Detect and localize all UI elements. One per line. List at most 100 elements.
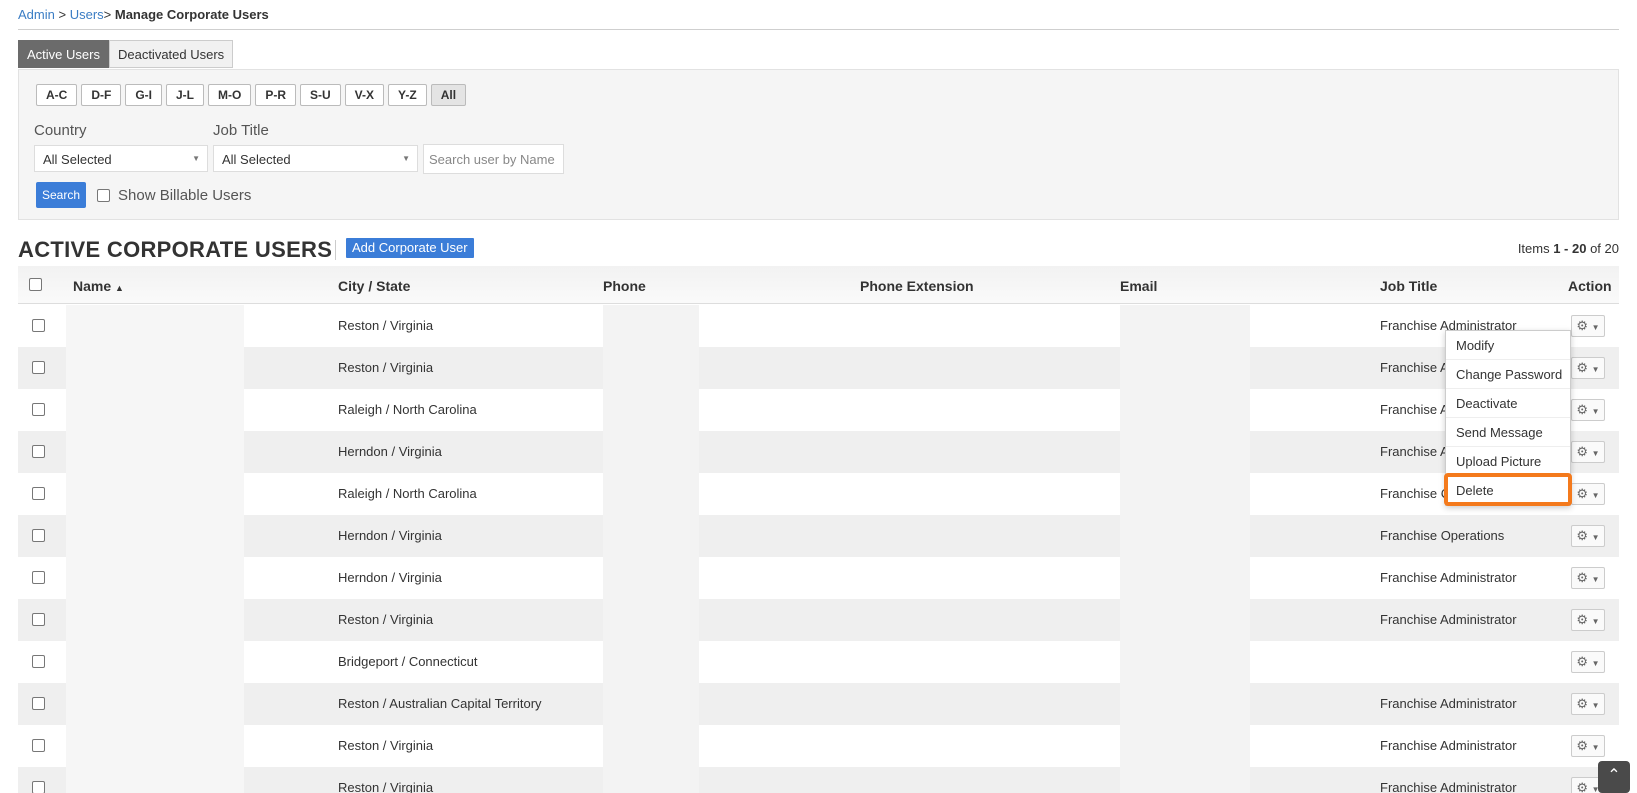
chevron-down-icon: ▼ bbox=[1591, 365, 1600, 374]
column-phone-extension[interactable]: Phone Extension bbox=[860, 278, 974, 294]
chevron-down-icon: ▼ bbox=[1591, 407, 1600, 416]
row-checkbox[interactable] bbox=[32, 403, 45, 416]
redacted-phone bbox=[603, 725, 699, 767]
letter-button[interactable]: A-C bbox=[36, 84, 78, 106]
scroll-top-icon[interactable]: ⌃ bbox=[1598, 761, 1630, 793]
letter-button[interactable]: G-I bbox=[125, 84, 162, 106]
billable-checkbox[interactable] bbox=[97, 189, 110, 202]
redacted-email bbox=[1120, 767, 1250, 793]
column-job-title[interactable]: Job Title bbox=[1380, 278, 1437, 294]
row-checkbox[interactable] bbox=[32, 487, 45, 500]
action-gear-button[interactable]: ⚙ ▼ bbox=[1571, 399, 1605, 421]
redacted-name bbox=[66, 599, 244, 641]
letter-button[interactable]: M-O bbox=[208, 84, 252, 106]
filter-panel: A-C D-F G-I J-L M-O P-R S-U V-X Y-Z All … bbox=[18, 69, 1619, 220]
redacted-name bbox=[66, 557, 244, 599]
row-checkbox[interactable] bbox=[32, 739, 45, 752]
letter-button[interactable]: D-F bbox=[81, 84, 122, 106]
row-checkbox[interactable] bbox=[32, 697, 45, 710]
action-gear-button[interactable]: ⚙ ▼ bbox=[1571, 525, 1605, 547]
table-row: Reston / Australian Capital Territory Fra… bbox=[18, 683, 1619, 725]
cell-job-title: Franchise A bbox=[1380, 402, 1449, 417]
menu-item-modify[interactable]: Modify bbox=[1446, 331, 1570, 360]
cell-city-state: Raleigh / North Carolina bbox=[338, 486, 477, 501]
menu-item-deactivate[interactable]: Deactivate bbox=[1446, 389, 1570, 418]
table-row: Reston / Virginia Franchise Administrator… bbox=[18, 725, 1619, 767]
row-checkbox[interactable] bbox=[32, 361, 45, 374]
action-gear-button[interactable]: ⚙ ▼ bbox=[1571, 315, 1605, 337]
table-row: Reston / Virginia Franchise Administrator… bbox=[18, 305, 1619, 347]
row-checkbox[interactable] bbox=[32, 655, 45, 668]
job-title-label: Job Title bbox=[213, 122, 269, 139]
gear-icon: ⚙ bbox=[1576, 528, 1589, 543]
menu-item-send-message[interactable]: Send Message bbox=[1446, 418, 1570, 447]
row-checkbox[interactable] bbox=[32, 319, 45, 332]
breadcrumb-users-link[interactable]: Users bbox=[70, 7, 104, 22]
chevron-down-icon: ▼ bbox=[1591, 617, 1600, 626]
breadcrumb-separator: > bbox=[58, 7, 67, 22]
cell-job-title: Franchise Operations bbox=[1380, 528, 1505, 543]
chevron-down-icon: ▼ bbox=[1591, 575, 1600, 584]
table-row: Reston / Virginia Franchise Administrator… bbox=[18, 599, 1619, 641]
cell-job-title: Franchise Administrator bbox=[1380, 570, 1517, 585]
redacted-email bbox=[1120, 641, 1250, 683]
redacted-phone bbox=[603, 683, 699, 725]
job-title-select[interactable]: All Selected ▼ bbox=[213, 145, 418, 172]
row-checkbox[interactable] bbox=[32, 613, 45, 626]
menu-item-upload-picture[interactable]: Upload Picture bbox=[1446, 447, 1570, 476]
tab-active-users[interactable]: Active Users bbox=[18, 40, 109, 68]
column-name[interactable]: Name ▲ bbox=[73, 278, 124, 294]
chevron-down-icon: ▼ bbox=[192, 154, 200, 163]
search-input[interactable]: Search user by Name bbox=[423, 144, 564, 174]
column-phone[interactable]: Phone bbox=[603, 278, 646, 294]
redacted-email bbox=[1120, 683, 1250, 725]
cell-city-state: Reston / Virginia bbox=[338, 738, 434, 753]
letter-button[interactable]: Y-Z bbox=[388, 84, 427, 106]
row-checkbox[interactable] bbox=[32, 571, 45, 584]
action-gear-button[interactable]: ⚙ ▼ bbox=[1571, 651, 1605, 673]
redacted-name bbox=[66, 473, 244, 515]
column-city[interactable]: City / State bbox=[338, 278, 410, 294]
gear-icon: ⚙ bbox=[1576, 486, 1589, 501]
row-checkbox[interactable] bbox=[32, 529, 45, 542]
country-select[interactable]: All Selected ▼ bbox=[34, 145, 208, 172]
letter-button[interactable]: P-R bbox=[255, 84, 296, 106]
redacted-name bbox=[66, 515, 244, 557]
add-corporate-user-button[interactable]: Add Corporate User bbox=[346, 238, 474, 258]
redacted-name bbox=[66, 347, 244, 389]
gear-icon: ⚙ bbox=[1576, 444, 1589, 459]
letter-button[interactable]: J-L bbox=[166, 84, 204, 106]
redacted-email bbox=[1120, 305, 1250, 347]
action-gear-button[interactable]: ⚙ ▼ bbox=[1571, 567, 1605, 589]
column-action: Action bbox=[1568, 278, 1612, 294]
letter-button-all[interactable]: All bbox=[430, 84, 467, 106]
chevron-down-icon: ▼ bbox=[1591, 659, 1600, 668]
row-checkbox[interactable] bbox=[32, 445, 45, 458]
breadcrumb-admin-link[interactable]: Admin bbox=[18, 7, 55, 22]
redacted-phone bbox=[603, 515, 699, 557]
letter-button[interactable]: S-U bbox=[300, 84, 341, 106]
column-email[interactable]: Email bbox=[1120, 278, 1157, 294]
redacted-name bbox=[66, 305, 244, 347]
action-gear-button[interactable]: ⚙ ▼ bbox=[1571, 735, 1605, 757]
table-row: Raleigh / North Carolina Franchise A ⚙ ▼ bbox=[18, 389, 1619, 431]
user-tabs: Active Users Deactivated Users bbox=[18, 40, 234, 68]
action-gear-button[interactable]: ⚙ ▼ bbox=[1571, 483, 1605, 505]
action-gear-button[interactable]: ⚙ ▼ bbox=[1571, 693, 1605, 715]
page-title: ACTIVE CORPORATE USERS bbox=[18, 237, 333, 262]
action-gear-button[interactable]: ⚙ ▼ bbox=[1571, 609, 1605, 631]
action-gear-button[interactable]: ⚙ ▼ bbox=[1571, 357, 1605, 379]
items-count: Items 1 - 20 of 20 bbox=[1517, 241, 1619, 256]
letter-button[interactable]: V-X bbox=[344, 84, 385, 106]
action-gear-button[interactable]: ⚙ ▼ bbox=[1571, 441, 1605, 463]
search-button[interactable]: Search bbox=[36, 182, 86, 208]
table-row: Bridgeport / Connecticut ⚙ ▼ bbox=[18, 641, 1619, 683]
tab-deactivated-users[interactable]: Deactivated Users bbox=[108, 40, 234, 68]
cell-city-state: Reston / Virginia bbox=[338, 360, 434, 375]
menu-item-change-password[interactable]: Change Password bbox=[1446, 360, 1570, 389]
gear-icon: ⚙ bbox=[1576, 318, 1589, 333]
select-all-checkbox[interactable] bbox=[29, 278, 42, 291]
chevron-down-icon: ▼ bbox=[1591, 533, 1600, 542]
row-checkbox[interactable] bbox=[32, 781, 45, 793]
redacted-phone bbox=[603, 389, 699, 431]
